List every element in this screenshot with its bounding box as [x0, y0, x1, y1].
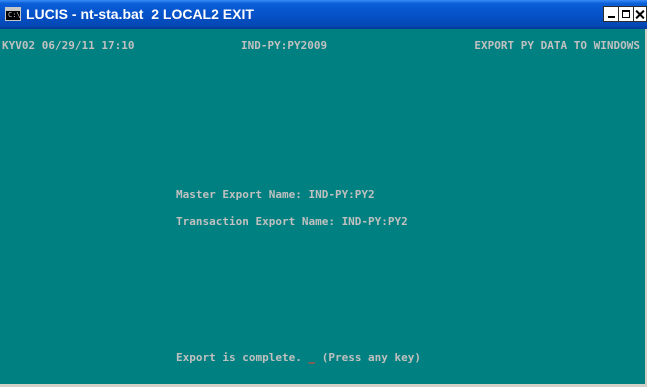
console-area[interactable]: KYV02 06/29/11 17:10 IND-PY:PY2009 EXPOR…: [0, 29, 647, 387]
master-export-name: Master Export Name: IND-PY:PY2: [176, 188, 375, 201]
console-icon-glyph: C:\: [8, 11, 21, 19]
header-terminal-datetime: KYV02 06/29/11 17:10: [2, 39, 135, 52]
console-window: C:\ LUCIS - nt-sta.bat 2 LOCAL2 EXIT KYV…: [0, 0, 647, 387]
transaction-export-name: Transaction Export Name: IND-PY:PY2: [176, 215, 408, 228]
close-button[interactable]: [633, 6, 647, 22]
minimize-button[interactable]: [603, 6, 619, 22]
press-any-key-prompt: (Press any key): [315, 351, 422, 364]
title-bar[interactable]: C:\ LUCIS - nt-sta.bat 2 LOCAL2 EXIT: [0, 0, 647, 29]
status-line: Export is complete. _ (Press any key): [176, 351, 421, 365]
window-title: LUCIS - nt-sta.bat 2 LOCAL2 EXIT: [26, 6, 254, 22]
maximize-button[interactable]: [618, 6, 634, 22]
header-screen-title: EXPORT PY DATA TO WINDOWS: [474, 39, 640, 52]
status-message: Export is complete.: [176, 351, 309, 364]
console-icon[interactable]: C:\: [5, 7, 21, 21]
header-dataset: IND-PY:PY2009: [241, 39, 328, 52]
